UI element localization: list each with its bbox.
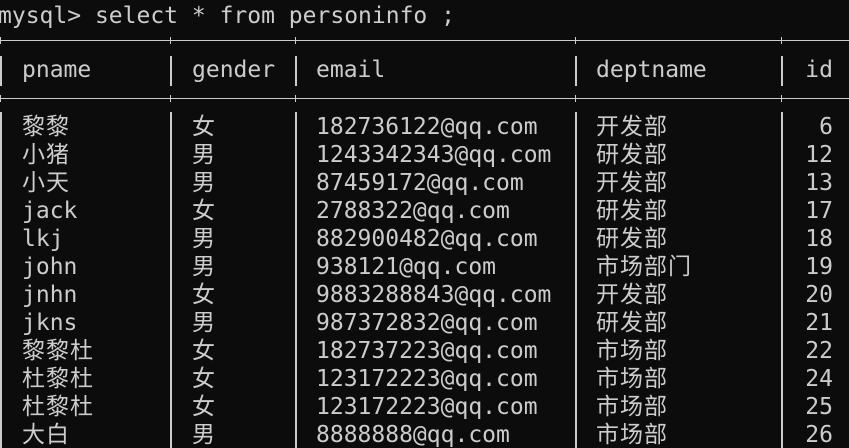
cell-email: 123172223@qq.com bbox=[316, 394, 538, 420]
cell-pname: 杜黎杜 bbox=[22, 394, 94, 420]
cell-gender: 男 bbox=[192, 422, 216, 448]
command-line: mysql> select * from personinfo ; bbox=[0, 0, 455, 32]
cell-deptname: 开发部 bbox=[596, 170, 668, 196]
cell-id: 21 bbox=[805, 310, 833, 336]
cell-email: 87459172@qq.com bbox=[316, 170, 524, 196]
mysql-prompt: mysql> bbox=[0, 3, 82, 29]
cell-deptname: 研发部 bbox=[596, 142, 668, 168]
cell-gender: 女 bbox=[192, 114, 216, 140]
cell-deptname: 市场部 bbox=[596, 394, 668, 420]
border-corner bbox=[781, 37, 782, 44]
cell-gender: 女 bbox=[192, 198, 216, 224]
cell-id: 18 bbox=[805, 226, 833, 252]
cell-pname: jack bbox=[22, 198, 78, 224]
cell-pname: john bbox=[22, 254, 78, 280]
cell-pname: lkj bbox=[22, 226, 64, 252]
cell-deptname: 市场部 bbox=[596, 422, 668, 448]
table-row: john 男 938121@qq.com 市场部门 19 bbox=[0, 253, 849, 281]
cell-email: 987372832@qq.com bbox=[316, 310, 538, 336]
cell-pname: 杜黎杜 bbox=[22, 366, 94, 392]
border-corner bbox=[170, 95, 171, 102]
cell-id: 22 bbox=[805, 338, 833, 364]
cell-id: 26 bbox=[805, 422, 833, 448]
sql-command: select * from personinfo ; bbox=[81, 3, 455, 29]
cell-id: 12 bbox=[805, 142, 833, 168]
cell-id: 19 bbox=[805, 254, 833, 280]
table-row: jack 女 2788322@qq.com 研发部 17 bbox=[0, 197, 849, 225]
table-header-border bbox=[0, 98, 849, 99]
border-corner bbox=[575, 37, 576, 44]
column-header-email: email bbox=[316, 57, 386, 83]
cell-pname: jkns bbox=[22, 310, 78, 336]
cell-gender: 男 bbox=[192, 254, 216, 280]
border-corner bbox=[295, 37, 296, 44]
border-corner bbox=[0, 37, 1, 44]
cell-pname: 黎黎杜 bbox=[22, 338, 94, 364]
cell-email: 882900482@qq.com bbox=[316, 226, 538, 252]
cell-deptname: 研发部 bbox=[596, 198, 668, 224]
border-corner bbox=[295, 95, 296, 102]
cell-gender: 女 bbox=[192, 282, 216, 308]
cell-gender: 女 bbox=[192, 338, 216, 364]
border-corner bbox=[781, 95, 782, 102]
cell-pname: 小天 bbox=[22, 170, 70, 196]
border-corner bbox=[575, 95, 576, 102]
cell-email: 182737223@qq.com bbox=[316, 338, 538, 364]
column-header-deptname: deptname bbox=[596, 57, 707, 83]
table-row: 黎黎 女 182736122@qq.com 开发部 6 bbox=[0, 113, 849, 141]
cell-pname: 大白 bbox=[22, 422, 70, 448]
cell-gender: 女 bbox=[192, 366, 216, 392]
table-row: 小天 男 87459172@qq.com 开发部 13 bbox=[0, 169, 849, 197]
cell-gender: 男 bbox=[192, 310, 216, 336]
cell-id: 20 bbox=[805, 282, 833, 308]
cell-email: 9883288843@qq.com bbox=[316, 282, 552, 308]
column-header-id: id bbox=[805, 57, 833, 83]
cell-deptname: 市场部 bbox=[596, 338, 668, 364]
cell-email: 1243342343@qq.com bbox=[316, 142, 552, 168]
cell-email: 938121@qq.com bbox=[316, 254, 497, 280]
cell-id: 13 bbox=[805, 170, 833, 196]
table-row: 杜黎杜 女 123172223@qq.com 市场部 24 bbox=[0, 365, 849, 393]
cell-id: 17 bbox=[805, 198, 833, 224]
cell-deptname: 开发部 bbox=[596, 282, 668, 308]
cell-gender: 男 bbox=[192, 170, 216, 196]
cell-gender: 女 bbox=[192, 394, 216, 420]
cell-gender: 男 bbox=[192, 226, 216, 252]
cell-deptname: 市场部门 bbox=[596, 254, 692, 280]
cell-pname: 黎黎 bbox=[22, 114, 70, 140]
cell-email: 182736122@qq.com bbox=[316, 114, 538, 140]
table-row: jnhn 女 9883288843@qq.com 开发部 20 bbox=[0, 281, 849, 309]
terminal-window[interactable]: mysql> select * from personinfo ; pname … bbox=[0, 0, 849, 448]
cell-email: 2788322@qq.com bbox=[316, 198, 510, 224]
table-top-border bbox=[0, 40, 849, 41]
cell-deptname: 开发部 bbox=[596, 114, 668, 140]
cell-deptname: 市场部 bbox=[596, 366, 668, 392]
cell-id: 25 bbox=[805, 394, 833, 420]
cell-email: 8888888@qq.com bbox=[316, 422, 510, 448]
border-corner bbox=[0, 95, 1, 102]
cell-gender: 男 bbox=[192, 142, 216, 168]
table-row: lkj 男 882900482@qq.com 研发部 18 bbox=[0, 225, 849, 253]
table-row: 杜黎杜 女 123172223@qq.com 市场部 25 bbox=[0, 393, 849, 421]
table-row: 小猪 男 1243342343@qq.com 研发部 12 bbox=[0, 141, 849, 169]
cell-pname: jnhn bbox=[22, 282, 78, 308]
column-header-gender: gender bbox=[192, 57, 276, 83]
table-row: 大白 男 8888888@qq.com 市场部 26 bbox=[0, 421, 849, 448]
table-header-row: pname gender email deptname id bbox=[0, 52, 849, 88]
cell-pname: 小猪 bbox=[22, 142, 70, 168]
table-row: jkns 男 987372832@qq.com 研发部 21 bbox=[0, 309, 849, 337]
cell-id: 24 bbox=[805, 366, 833, 392]
table-row: 黎黎杜 女 182737223@qq.com 市场部 22 bbox=[0, 337, 849, 365]
cell-id: 6 bbox=[819, 114, 833, 140]
border-corner bbox=[170, 37, 171, 44]
cell-email: 123172223@qq.com bbox=[316, 366, 538, 392]
cell-deptname: 研发部 bbox=[596, 310, 668, 336]
column-header-pname: pname bbox=[22, 57, 92, 83]
cell-deptname: 研发部 bbox=[596, 226, 668, 252]
